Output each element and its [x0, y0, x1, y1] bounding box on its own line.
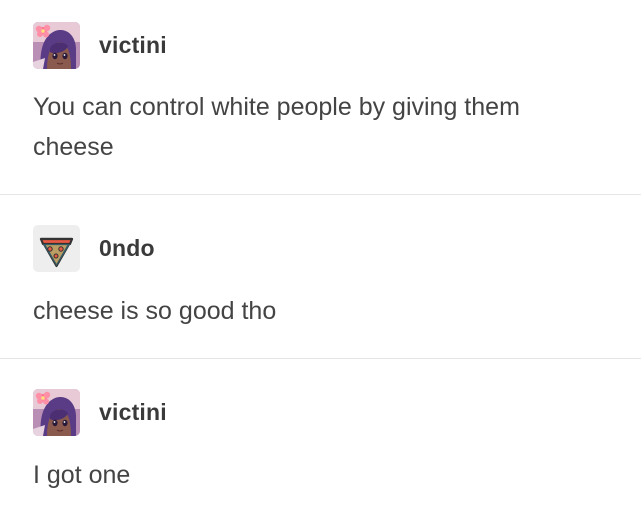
- post-header: 0ndo: [33, 224, 641, 272]
- post: victini You can control white people by …: [0, 0, 641, 194]
- post-text: cheese is so good tho: [33, 297, 277, 325]
- post-header: victini: [33, 388, 641, 436]
- avatar[interactable]: [33, 224, 80, 272]
- anime-girl-avatar-icon: [33, 21, 80, 69]
- username[interactable]: victini: [99, 32, 167, 59]
- pizza-slice-avatar-icon: [33, 224, 80, 272]
- post: victini I got one: [0, 359, 641, 523]
- avatar[interactable]: [33, 388, 80, 436]
- post: 0ndo cheese is so good tho: [0, 195, 641, 358]
- anime-girl-avatar-icon: [33, 388, 80, 436]
- reblog-thread: victini You can control white people by …: [0, 0, 641, 521]
- avatar[interactable]: [33, 21, 80, 69]
- post-header: victini: [33, 21, 641, 69]
- username[interactable]: victini: [99, 399, 167, 426]
- post-text: I got one: [33, 461, 131, 489]
- post-text: You can control white people by giving t…: [33, 93, 520, 161]
- username[interactable]: 0ndo: [99, 235, 155, 262]
